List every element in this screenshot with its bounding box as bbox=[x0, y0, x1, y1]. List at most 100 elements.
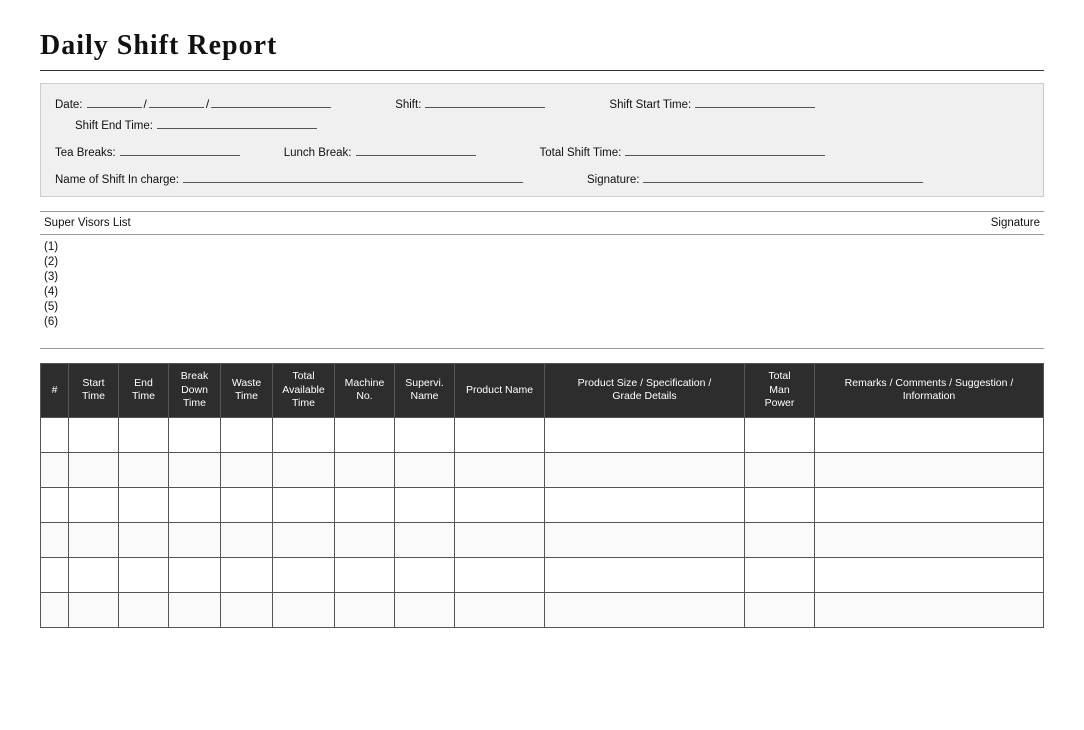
cell-product[interactable] bbox=[455, 417, 545, 452]
cell-manpower[interactable] bbox=[745, 452, 815, 487]
cell-avail[interactable] bbox=[273, 557, 335, 592]
signature-input[interactable] bbox=[643, 169, 923, 183]
lunch-break-label: Lunch Break: bbox=[284, 147, 352, 159]
cell-remarks[interactable] bbox=[815, 487, 1044, 522]
cell-machine[interactable] bbox=[335, 592, 395, 627]
cell-waste[interactable] bbox=[221, 592, 273, 627]
cell-spec[interactable] bbox=[545, 417, 745, 452]
cell-spec[interactable] bbox=[545, 592, 745, 627]
cell-remarks[interactable] bbox=[815, 522, 1044, 557]
cell-spec[interactable] bbox=[545, 452, 745, 487]
cell-num[interactable] bbox=[41, 487, 69, 522]
cell-product[interactable] bbox=[455, 522, 545, 557]
shift-field: Shift: bbox=[395, 94, 545, 111]
cell-product[interactable] bbox=[455, 452, 545, 487]
cell-end[interactable] bbox=[119, 487, 169, 522]
cell-avail[interactable] bbox=[273, 417, 335, 452]
cell-supervi[interactable] bbox=[395, 452, 455, 487]
cell-break[interactable] bbox=[169, 522, 221, 557]
date-year[interactable] bbox=[211, 94, 331, 108]
shift-start-input[interactable] bbox=[695, 94, 815, 108]
date-day[interactable] bbox=[87, 94, 142, 108]
table-header-row: # StartTime EndTime BreakDownTime WasteT… bbox=[41, 364, 1044, 418]
table-row bbox=[41, 522, 1044, 557]
cell-remarks[interactable] bbox=[815, 417, 1044, 452]
cell-machine[interactable] bbox=[335, 557, 395, 592]
cell-manpower[interactable] bbox=[745, 417, 815, 452]
cell-manpower[interactable] bbox=[745, 592, 815, 627]
list-item: (5) bbox=[44, 301, 1040, 313]
cell-end[interactable] bbox=[119, 557, 169, 592]
cell-start[interactable] bbox=[69, 452, 119, 487]
cell-supervi[interactable] bbox=[395, 557, 455, 592]
cell-break[interactable] bbox=[169, 417, 221, 452]
cell-supervi[interactable] bbox=[395, 592, 455, 627]
cell-break[interactable] bbox=[169, 452, 221, 487]
table-row bbox=[41, 452, 1044, 487]
cell-start[interactable] bbox=[69, 557, 119, 592]
cell-end[interactable] bbox=[119, 417, 169, 452]
supervisors-signature-label: Signature bbox=[991, 217, 1040, 229]
cell-start[interactable] bbox=[69, 417, 119, 452]
cell-avail[interactable] bbox=[273, 522, 335, 557]
cell-machine[interactable] bbox=[335, 522, 395, 557]
cell-start[interactable] bbox=[69, 592, 119, 627]
lunch-break-input[interactable] bbox=[356, 142, 476, 156]
shift-label: Shift: bbox=[395, 99, 421, 111]
tea-breaks-input[interactable] bbox=[120, 142, 240, 156]
cell-supervi[interactable] bbox=[395, 522, 455, 557]
cell-remarks[interactable] bbox=[815, 557, 1044, 592]
cell-machine[interactable] bbox=[335, 452, 395, 487]
cell-waste[interactable] bbox=[221, 452, 273, 487]
cell-start[interactable] bbox=[69, 522, 119, 557]
table-row bbox=[41, 417, 1044, 452]
cell-supervi[interactable] bbox=[395, 417, 455, 452]
cell-num[interactable] bbox=[41, 522, 69, 557]
table-row bbox=[41, 592, 1044, 627]
shift-end-input[interactable] bbox=[157, 115, 317, 129]
cell-manpower[interactable] bbox=[745, 522, 815, 557]
cell-num[interactable] bbox=[41, 557, 69, 592]
shift-input[interactable] bbox=[425, 94, 545, 108]
total-shift-field: Total Shift Time: bbox=[540, 142, 826, 159]
date-month[interactable] bbox=[149, 94, 204, 108]
list-item: (2) bbox=[44, 256, 1040, 268]
cell-waste[interactable] bbox=[221, 417, 273, 452]
cell-spec[interactable] bbox=[545, 522, 745, 557]
supervisors-list: (1) (2) (3) (4) (5) (6) bbox=[40, 235, 1044, 334]
cell-end[interactable] bbox=[119, 522, 169, 557]
cell-avail[interactable] bbox=[273, 592, 335, 627]
cell-break[interactable] bbox=[169, 592, 221, 627]
cell-waste[interactable] bbox=[221, 522, 273, 557]
cell-spec[interactable] bbox=[545, 487, 745, 522]
th-product-name: Product Name bbox=[455, 364, 545, 418]
cell-num[interactable] bbox=[41, 592, 69, 627]
cell-manpower[interactable] bbox=[745, 487, 815, 522]
cell-avail[interactable] bbox=[273, 487, 335, 522]
cell-supervi[interactable] bbox=[395, 487, 455, 522]
cell-num[interactable] bbox=[41, 417, 69, 452]
cell-product[interactable] bbox=[455, 557, 545, 592]
cell-break[interactable] bbox=[169, 557, 221, 592]
cell-num[interactable] bbox=[41, 452, 69, 487]
cell-end[interactable] bbox=[119, 452, 169, 487]
cell-machine[interactable] bbox=[335, 487, 395, 522]
cell-break[interactable] bbox=[169, 487, 221, 522]
cell-product[interactable] bbox=[455, 592, 545, 627]
cell-remarks[interactable] bbox=[815, 592, 1044, 627]
cell-product[interactable] bbox=[455, 487, 545, 522]
cell-machine[interactable] bbox=[335, 417, 395, 452]
cell-start[interactable] bbox=[69, 487, 119, 522]
table-row bbox=[41, 487, 1044, 522]
section-divider bbox=[40, 348, 1044, 349]
cell-waste[interactable] bbox=[221, 487, 273, 522]
name-input[interactable] bbox=[183, 169, 523, 183]
cell-manpower[interactable] bbox=[745, 557, 815, 592]
cell-remarks[interactable] bbox=[815, 452, 1044, 487]
cell-avail[interactable] bbox=[273, 452, 335, 487]
cell-spec[interactable] bbox=[545, 557, 745, 592]
date-input: / / bbox=[87, 94, 332, 111]
total-shift-input[interactable] bbox=[625, 142, 825, 156]
cell-waste[interactable] bbox=[221, 557, 273, 592]
cell-end[interactable] bbox=[119, 592, 169, 627]
